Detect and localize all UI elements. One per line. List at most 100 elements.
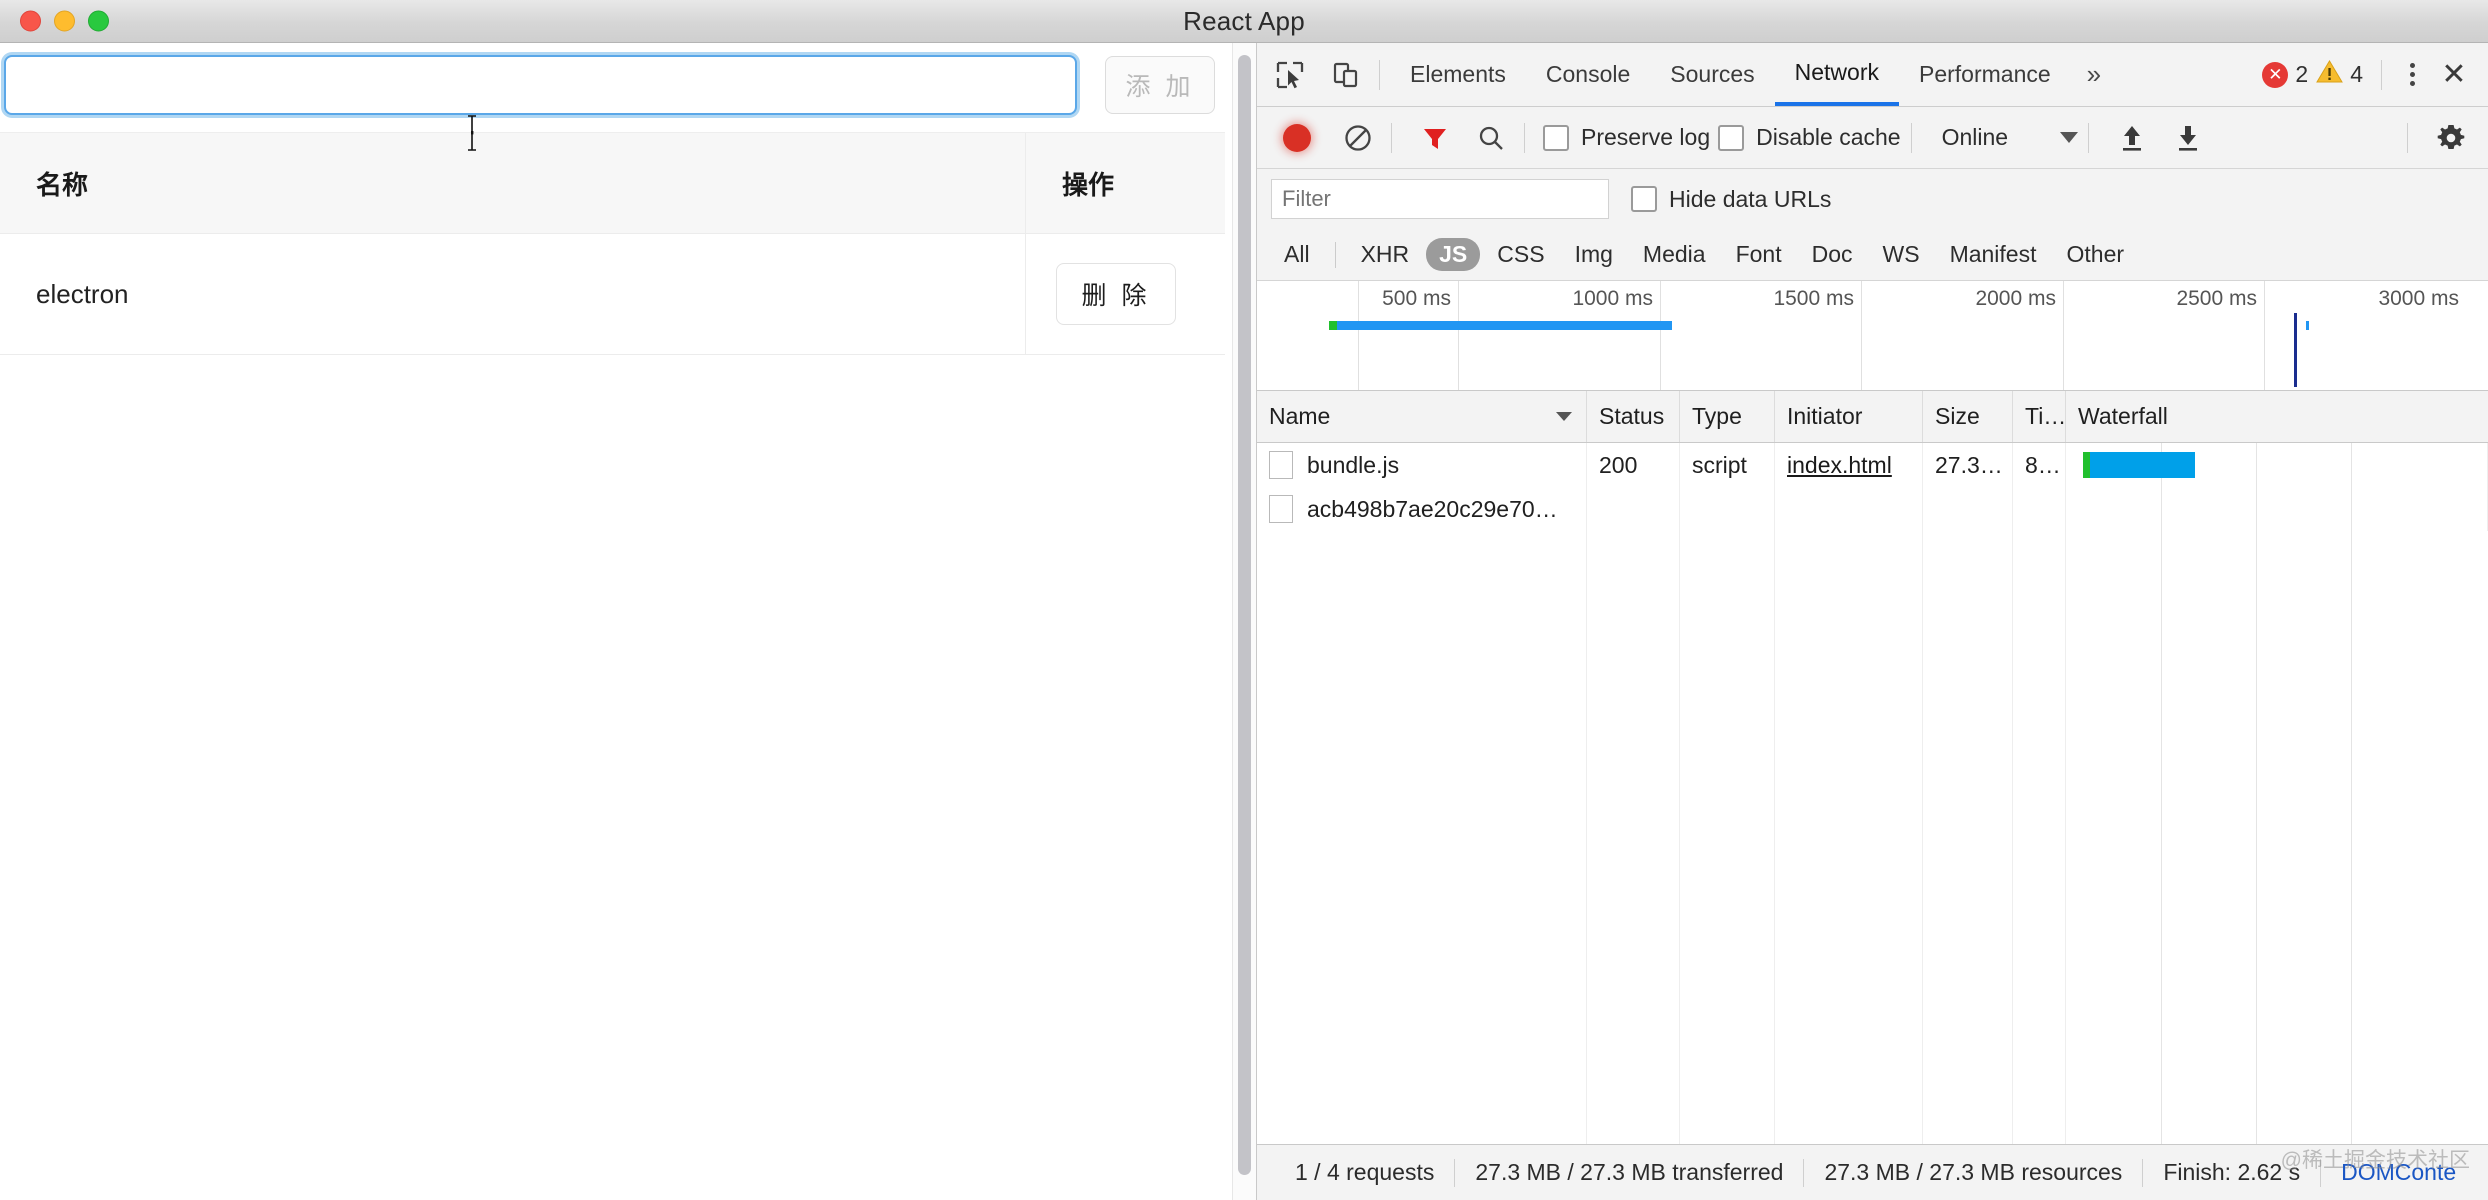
devtools-tabbar-right: ✕ 2 4 ✕: [2262, 57, 2488, 92]
column-header-name: 名称: [0, 133, 1026, 233]
tab-elements[interactable]: Elements: [1390, 43, 1526, 106]
tab-performance[interactable]: Performance: [1899, 43, 2071, 106]
toolbar-divider-6: [2407, 122, 2408, 153]
search-icon[interactable]: [1468, 115, 1514, 161]
download-icon[interactable]: [2165, 115, 2211, 161]
item-name-input[interactable]: [4, 55, 1077, 115]
request-name-label: bundle.js: [1307, 451, 1400, 478]
app-scrollbar-thumb[interactable]: [1238, 55, 1251, 1175]
overview-tick-label: 3000 ms: [2378, 287, 2459, 310]
column-header-size[interactable]: Size: [1923, 391, 2013, 442]
add-item-row: 添 加: [0, 43, 1232, 129]
overview-request-start: [1329, 321, 1337, 330]
request-time-cell: [2013, 487, 2066, 531]
error-badge[interactable]: ✕ 2: [2262, 61, 2308, 88]
hide-data-urls-box[interactable]: [1631, 186, 1657, 212]
disable-cache-box[interactable]: [1718, 124, 1745, 151]
disable-cache-checkbox[interactable]: Disable cache: [1718, 124, 1901, 151]
waterfall-gridline: [2256, 487, 2257, 531]
type-filter-xhr[interactable]: XHR: [1348, 238, 1423, 271]
waterfall-gridline: [2161, 487, 2162, 531]
overview-request-marker: [2306, 321, 2309, 330]
network-overview[interactable]: 500 ms 1000 ms 1500 ms 2000 ms 2500 ms 3…: [1257, 281, 2488, 391]
waterfall-gridline: [2351, 531, 2352, 1144]
devtools-menu-icon[interactable]: [2392, 63, 2432, 86]
overview-domcontentloaded-line: [2294, 313, 2297, 387]
network-table-row[interactable]: bundle.js 200 script index.html 27.3… 8…: [1257, 443, 2488, 487]
overview-gridline: [1358, 281, 1359, 390]
tab-network[interactable]: Network: [1774, 43, 1899, 106]
funnel-icon[interactable]: [1412, 115, 1458, 161]
type-filter-ws[interactable]: WS: [1870, 238, 1933, 271]
preserve-log-checkbox[interactable]: Preserve log: [1543, 124, 1710, 151]
toolbar-divider-4: [1910, 122, 1912, 153]
window-titlebar: React App: [0, 0, 2488, 43]
chevron-down-icon: [2060, 132, 2079, 143]
delete-button[interactable]: 删 除: [1056, 263, 1176, 325]
minimize-window-button[interactable]: [54, 10, 75, 32]
type-filter-divider: [1334, 241, 1336, 268]
upload-icon[interactable]: [2109, 115, 2155, 161]
hide-data-urls-checkbox[interactable]: Hide data URLs: [1631, 186, 1831, 213]
record-icon[interactable]: [1283, 123, 1311, 152]
toolbar-divider-5: [2088, 122, 2090, 153]
preserve-log-box[interactable]: [1543, 124, 1569, 151]
waterfall-bar-start: [2083, 452, 2090, 478]
request-time-cell: 8…: [2013, 443, 2066, 487]
app-vertical-scrollbar[interactable]: [1232, 43, 1256, 1200]
type-filter-other[interactable]: Other: [2054, 238, 2138, 271]
type-filter-media[interactable]: Media: [1630, 238, 1719, 271]
throttling-value: Online: [1941, 124, 2009, 150]
overview-gridline: [1458, 281, 1459, 390]
status-transferred: 27.3 MB / 27.3 MB transferred: [1475, 1159, 1784, 1185]
inspect-element-icon[interactable]: [1267, 52, 1313, 98]
column-header-time[interactable]: Ti…: [2013, 391, 2066, 442]
device-toolbar-icon[interactable]: [1323, 52, 1369, 98]
network-requests-table: Name Status Type Initiator Size Ti… Wate…: [1257, 391, 2488, 1144]
network-table-row[interactable]: acb498b7ae20c29e70…: [1257, 487, 2488, 531]
clear-icon[interactable]: [1335, 115, 1381, 161]
throttling-select[interactable]: Online: [1941, 124, 2079, 151]
request-status-cell: 200: [1587, 443, 1680, 487]
request-initiator-link[interactable]: index.html: [1787, 452, 1892, 479]
request-initiator-cell[interactable]: index.html: [1775, 443, 1923, 487]
maximize-window-button[interactable]: [88, 10, 109, 32]
column-header-initiator[interactable]: Initiator: [1775, 391, 1923, 442]
tab-sources[interactable]: Sources: [1650, 43, 1774, 106]
sort-descending-icon: [1556, 412, 1572, 421]
column-header-type[interactable]: Type: [1680, 391, 1775, 442]
hide-data-urls-label: Hide data URLs: [1669, 185, 1832, 212]
type-filter-css[interactable]: CSS: [1484, 238, 1557, 271]
type-filter-js[interactable]: JS: [1426, 238, 1481, 271]
column-header-waterfall[interactable]: Waterfall: [2066, 391, 2488, 442]
tab-console[interactable]: Console: [1526, 43, 1650, 106]
add-button[interactable]: 添 加: [1105, 56, 1215, 114]
more-tabs-icon[interactable]: »: [2071, 59, 2117, 90]
status-requests: 1 / 4 requests: [1295, 1159, 1435, 1185]
waterfall-bar: [2090, 452, 2195, 478]
request-name-cell[interactable]: acb498b7ae20c29e70…: [1257, 487, 1587, 531]
disable-cache-label: Disable cache: [1756, 124, 1901, 150]
overview-gridline: [2063, 281, 2064, 390]
waterfall-gridline: [2351, 487, 2352, 531]
column-header-name[interactable]: Name: [1257, 391, 1587, 442]
gear-icon[interactable]: [2428, 115, 2474, 161]
warning-count: 4: [2350, 61, 2363, 87]
toolbar-divider-2: [1391, 122, 1392, 153]
type-filter-all[interactable]: All: [1271, 238, 1323, 271]
react-app-pane: 添 加 名称 操作 electron 删 除: [0, 43, 1232, 1200]
close-window-button[interactable]: [20, 10, 41, 32]
type-filter-manifest[interactable]: Manifest: [1937, 238, 2050, 271]
waterfall-gridline: [2256, 443, 2257, 487]
waterfall-gridline: [2256, 531, 2257, 1144]
error-icon: ✕: [2262, 61, 2289, 88]
type-filter-img[interactable]: Img: [1562, 238, 1626, 271]
overview-gridline: [2264, 281, 2265, 390]
type-filter-font[interactable]: Font: [1723, 238, 1795, 271]
warning-badge[interactable]: 4: [2316, 59, 2363, 90]
request-name-cell[interactable]: bundle.js: [1257, 443, 1587, 487]
type-filter-doc[interactable]: Doc: [1799, 238, 1866, 271]
column-header-status[interactable]: Status: [1587, 391, 1680, 442]
close-devtools-icon[interactable]: ✕: [2432, 57, 2476, 92]
filter-input[interactable]: [1271, 179, 1609, 219]
